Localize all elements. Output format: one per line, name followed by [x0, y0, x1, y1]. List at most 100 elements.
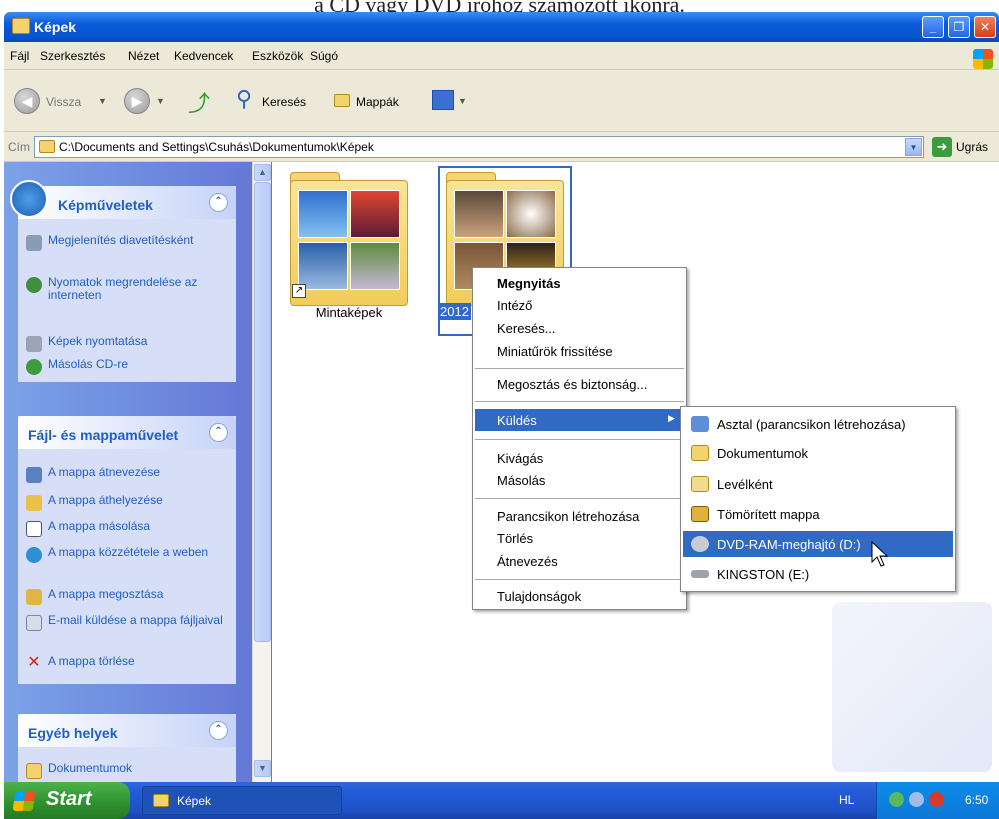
menu-item-delete[interactable]: Törlés [497, 531, 533, 546]
desktop-icon [691, 416, 709, 432]
picture-tasks-icon [10, 180, 48, 218]
security-shield-icon[interactable] [929, 792, 944, 807]
globe-icon [26, 277, 42, 293]
menu-help[interactable]: Súgó [310, 49, 338, 63]
scroll-up-icon[interactable]: ▲ [254, 164, 271, 181]
address-path: C:\Documents and Settings\Csuhás\Dokumen… [59, 140, 374, 154]
thumbnail-image [350, 242, 400, 290]
menu-item-open[interactable]: Megnyitás [497, 276, 561, 291]
forward-dropdown-icon[interactable]: ▼ [156, 96, 165, 106]
picture-tasks-panel: Képműveletek ⌃ Megjelenítés diavetítéské… [10, 180, 236, 382]
menu-item-create-shortcut[interactable]: Parancsikon létrehozása [497, 509, 639, 524]
share-icon [26, 589, 42, 605]
cd-icon [26, 359, 42, 375]
back-button-label[interactable]: Vissza [46, 95, 81, 109]
back-dropdown-icon[interactable]: ▼ [98, 96, 107, 106]
other-places-title: Egyéb helyek [28, 725, 118, 741]
search-button-label[interactable]: Keresés [262, 95, 306, 109]
menu-separator [475, 368, 684, 369]
globe-icon [26, 547, 42, 563]
menu-file[interactable]: Fájl [10, 49, 29, 63]
close-button[interactable]: ✕ [974, 16, 996, 38]
context-menu: Megnyitás Intéző Keresés... Miniatűrök f… [472, 267, 687, 610]
forward-arrow-icon[interactable]: ▶ [124, 88, 150, 114]
up-folder-icon[interactable]: ⤴ [188, 86, 210, 118]
collapse-icon[interactable]: ⌃ [209, 193, 228, 212]
folders-icon [334, 94, 350, 107]
views-dropdown-icon[interactable]: ▼ [458, 96, 467, 106]
scroll-thumb[interactable] [254, 182, 271, 642]
picture-tasks-header[interactable]: Képműveletek ⌃ [10, 180, 236, 219]
other-places-header[interactable]: Egyéb helyek ⌃ [18, 714, 236, 747]
views-icon[interactable] [432, 90, 454, 110]
send-to-documents[interactable]: Dokumentumok [689, 440, 951, 466]
menu-separator [475, 439, 684, 440]
start-button[interactable]: Start [4, 782, 130, 819]
rename-icon [26, 467, 42, 483]
menu-edit[interactable]: Szerkesztés [40, 49, 105, 63]
task-pane-scrollbar[interactable]: ▲ ▼ [252, 162, 271, 782]
window-title: Képek [34, 19, 77, 35]
system-tray: 6:50 [876, 782, 999, 819]
file-tasks-header[interactable]: Fájl- és mappaművelet ⌃ [18, 416, 236, 449]
menu-item-cut[interactable]: Kivágás [497, 451, 543, 466]
slideshow-icon [26, 235, 42, 251]
start-label: Start [46, 788, 92, 810]
address-bar: Cím C:\Documents and Settings\Csuhás\Dok… [4, 132, 999, 162]
search-icon[interactable]: ⚲ [236, 86, 252, 112]
picture-tasks-title: Képműveletek [58, 197, 153, 213]
scroll-down-icon[interactable]: ▼ [254, 760, 271, 777]
zip-folder-icon [691, 506, 709, 522]
title-bar[interactable]: Képek _ ❐ ✕ [4, 12, 999, 42]
volume-icon[interactable] [909, 792, 924, 807]
language-indicator[interactable]: HL [839, 793, 854, 807]
menu-favorites[interactable]: Kedvencek [174, 49, 233, 63]
thumbnail-image [506, 190, 556, 238]
network-icon[interactable] [889, 792, 904, 807]
menu-item-explore[interactable]: Intéző [497, 298, 532, 313]
folder-icon [39, 140, 55, 153]
back-arrow-icon[interactable]: ◀ [14, 88, 40, 114]
taskbar: Start Képek HL 6:50 [4, 782, 999, 819]
menu-view[interactable]: Nézet [128, 49, 159, 63]
windows-logo-icon [973, 49, 993, 69]
menu-separator [475, 579, 684, 580]
minimize-button[interactable]: _ [922, 16, 944, 38]
send-to-kingston[interactable]: KINGSTON (E:) [689, 561, 951, 587]
menu-item-properties[interactable]: Tulajdonságok [497, 589, 581, 604]
thumbnail-image [298, 242, 348, 290]
folder-name[interactable]: Mintaképek [290, 305, 408, 320]
move-icon [26, 495, 42, 511]
clock[interactable]: 6:50 [965, 793, 988, 807]
send-to-mail[interactable]: Levélként [689, 471, 951, 497]
address-dropdown-icon[interactable]: ▼ [905, 138, 922, 156]
send-to-compressed[interactable]: Tömörített mappa [689, 501, 951, 527]
folder-name-selected[interactable]: 2012 [438, 303, 471, 320]
send-to-dvd-drive[interactable]: DVD-RAM-meghajtó (D:) [683, 531, 953, 557]
shortcut-arrow-icon: ↗ [292, 284, 306, 298]
menu-item-sharing-security[interactable]: Megosztás és biztonság... [497, 377, 647, 392]
toolbar: ◀ Vissza ▼ ▶ ▼ ⤴ ⚲ Keresés Mappák ▼ [4, 70, 999, 132]
maximize-button[interactable]: ❐ [948, 16, 970, 38]
menu-item-copy[interactable]: Másolás [497, 473, 545, 488]
taskbar-item-kepek[interactable]: Képek [142, 786, 342, 815]
thumbnail-image [298, 190, 348, 238]
folder-mintakepek[interactable]: ↗ [290, 172, 408, 307]
address-input[interactable]: C:\Documents and Settings\Csuhás\Dokumen… [34, 136, 924, 158]
caption-text: a CD vagy DVD íróhoz számozott ikonra. [0, 0, 999, 12]
submenu-arrow-icon: ▶ [668, 413, 675, 423]
collapse-icon[interactable]: ⌃ [209, 423, 228, 442]
windows-flag-icon [12, 791, 36, 811]
go-arrow-icon[interactable]: ➜ [932, 137, 952, 157]
email-icon [26, 615, 42, 631]
go-button-label[interactable]: Ugrás [956, 140, 988, 154]
menu-tools[interactable]: Eszközök [252, 49, 303, 63]
collapse-icon[interactable]: ⌃ [209, 721, 228, 740]
folders-button-label[interactable]: Mappák [356, 95, 399, 109]
menu-item-rename[interactable]: Átnevezés [497, 554, 558, 569]
menu-item-search[interactable]: Keresés... [497, 321, 556, 336]
send-to-desktop[interactable]: Asztal (parancsikon létrehozása) [689, 411, 951, 437]
copy-icon [26, 521, 42, 537]
menu-item-refresh-thumbnails[interactable]: Miniatűrök frissítése [497, 344, 613, 359]
folder-icon [12, 18, 30, 34]
